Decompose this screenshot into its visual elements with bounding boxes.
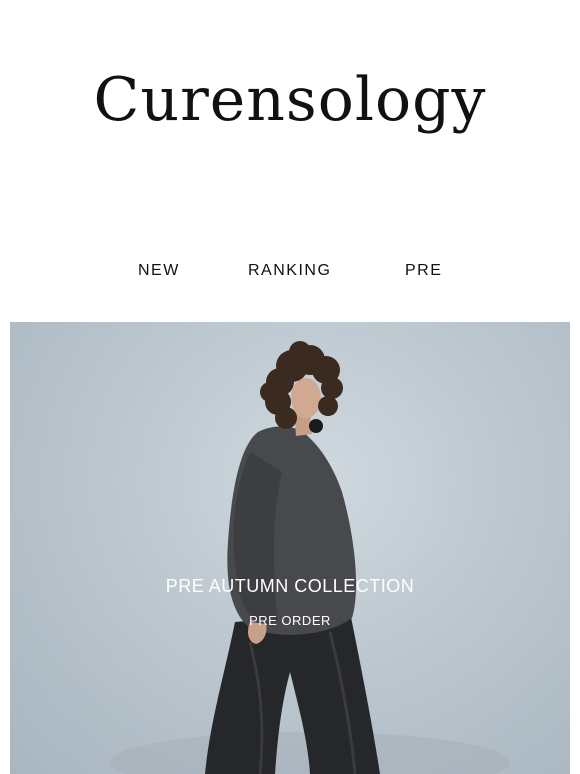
main-nav: NEW RANKING PRE <box>0 258 580 286</box>
hero-title[interactable]: PRE AUTUMN COLLECTION <box>10 576 570 597</box>
nav-item-ranking[interactable]: RANKING <box>248 262 331 280</box>
hero-banner[interactable]: PRE AUTUMN COLLECTION PRE ORDER <box>10 322 570 774</box>
hero-subtitle[interactable]: PRE ORDER <box>10 613 570 628</box>
hero-model-image <box>110 341 510 774</box>
brand-logo[interactable]: Curensology <box>0 60 580 140</box>
nav-item-new[interactable]: NEW <box>138 262 180 280</box>
nav-item-pre[interactable]: PRE <box>405 262 442 280</box>
